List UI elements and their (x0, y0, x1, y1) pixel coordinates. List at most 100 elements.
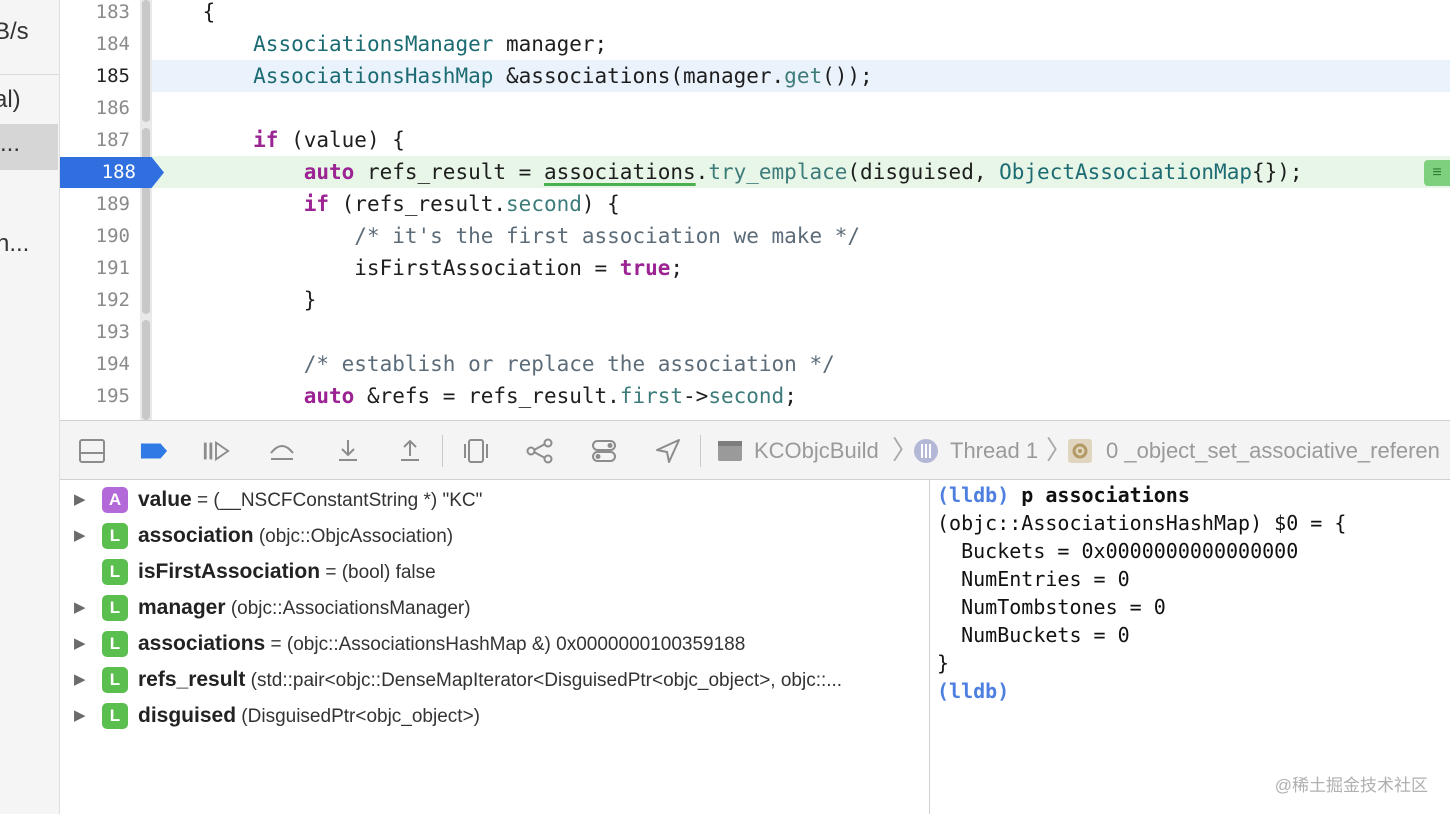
code-line[interactable] (152, 316, 1450, 348)
step-out-icon[interactable] (396, 437, 424, 465)
sidebar-item-label: n... (0, 230, 30, 257)
line-number[interactable]: 183 (60, 0, 130, 28)
variable-type-value: (std::pair<objc::DenseMapIterator<Disgui… (245, 670, 843, 691)
code-line[interactable]: { (152, 0, 1450, 28)
sidebar-item-thread[interactable]: n... (0, 230, 54, 262)
argument-badge-icon: A (102, 487, 128, 513)
line-number[interactable]: 192 (60, 284, 130, 316)
code-token: &associations(manager. (493, 64, 785, 88)
disclosure-triangle-icon[interactable]: ▶ (74, 599, 90, 617)
variable-name: associations (138, 632, 266, 655)
breakpoint-marker[interactable]: 188 (60, 157, 164, 188)
disclosure-triangle-icon[interactable]: ▶ (74, 527, 90, 545)
code-line[interactable]: auto &refs = refs_result.first->second; (152, 380, 1450, 412)
hide-debug-area-icon[interactable] (78, 437, 106, 465)
line-number[interactable]: 191 (60, 252, 130, 284)
gutter-scroll-thumb[interactable] (142, 0, 150, 122)
code-token: AssociationsHashMap (253, 64, 494, 88)
code-line[interactable]: auto refs_result = associations.try_empl… (152, 156, 1450, 188)
code-token: second (708, 384, 785, 408)
simulate-location-icon[interactable] (654, 437, 682, 465)
console-text: p associations (1009, 483, 1190, 507)
code-token: ) { (581, 192, 620, 216)
line-number[interactable]: 195 (60, 380, 130, 412)
console-text: NumBuckets = 0 (937, 623, 1130, 647)
sidebar-item-speed[interactable]: B/s (0, 18, 52, 50)
code-token: { (152, 0, 216, 24)
lldb-console[interactable]: @稀土掘金技术社区 (lldb) p associations (objc::As… (931, 480, 1450, 814)
line-number[interactable]: 184 (60, 28, 130, 60)
console-line: NumEntries = 0 (937, 565, 1130, 593)
code-token: (value) { (278, 128, 405, 152)
line-number[interactable]: 185 (60, 60, 130, 92)
variable-row[interactable]: ▶ Ldisguised (DisguisedPtr<objc_object>) (60, 698, 929, 734)
sidebar-divider (0, 74, 59, 75)
code-line[interactable]: /* establish or replace the association … (152, 348, 1450, 380)
code-line[interactable]: /* it's the first association we make */ (152, 220, 1450, 252)
step-over-icon[interactable] (268, 437, 296, 465)
code-line[interactable]: isFirstAssociation = true; (152, 252, 1450, 284)
breadcrumb-frame[interactable]: 0 _object_set_associative_referen (1106, 421, 1440, 479)
source-editor[interactable]: 183 184 185 186 187 189 190 191 192 193 194 195 { A… (60, 0, 1450, 420)
code-line[interactable]: if (refs_result.second) { (152, 188, 1450, 220)
local-badge-icon: L (102, 667, 128, 693)
sidebar-item-selected[interactable]: ... (0, 124, 58, 170)
console-text: (objc::AssociationsHashMap) $0 = { (937, 511, 1347, 535)
instruction-pointer-tag[interactable]: ≡ (1424, 160, 1450, 186)
line-number[interactable]: 189 (60, 188, 130, 220)
variable-row[interactable]: ▶ Avalue = (__NSCFConstantString *) "KC" (60, 482, 929, 518)
local-badge-icon: L (102, 595, 128, 621)
code-line[interactable]: if (value) { (152, 124, 1450, 156)
local-badge-icon: L (102, 559, 128, 585)
variable-row[interactable]: ▶ Lmanager (objc::AssociationsManager) (60, 590, 929, 626)
code-token: (refs_result. (329, 192, 507, 216)
code-line[interactable]: AssociationsHashMap &associations(manage… (152, 60, 1450, 92)
variable-row[interactable]: ▶ Lassociation (objc::ObjcAssociation) (60, 518, 929, 554)
code-token: ()); (822, 64, 873, 88)
sidebar-item-process[interactable]: al) (0, 86, 52, 118)
console-text: Buckets = 0x0000000000000000 (937, 539, 1299, 563)
console-line: } (937, 649, 949, 677)
code-line[interactable]: AssociationsManager manager; (152, 28, 1450, 60)
view-hierarchy-icon[interactable] (462, 437, 490, 465)
environment-overrides-icon[interactable] (590, 437, 618, 465)
console-line: NumTombstones = 0 (937, 593, 1166, 621)
variable-name: refs_result (138, 668, 246, 691)
variable-text: value = (__NSCFConstantString *) "KC" (138, 488, 482, 512)
lldb-prompt: (lldb) (937, 483, 1010, 507)
continue-icon[interactable] (202, 437, 230, 465)
variable-row[interactable]: ▶ Lrefs_result (std::pair<objc::DenseMapI… (60, 662, 929, 698)
disclosure-triangle-icon[interactable]: ▶ (74, 671, 90, 689)
breadcrumb-thread[interactable]: Thread 1 (950, 421, 1038, 479)
target-app-icon (716, 437, 744, 465)
toolbar-separator (442, 435, 443, 467)
line-number[interactable]: 187 (60, 124, 130, 156)
line-number[interactable]: 194 (60, 348, 130, 380)
disclosure-triangle-icon[interactable]: ▶ (74, 635, 90, 653)
code-line[interactable] (152, 92, 1450, 124)
line-number[interactable]: 190 (60, 220, 130, 252)
breakpoints-toggle-icon[interactable] (140, 437, 168, 465)
gutter-scroll-thumb[interactable] (142, 128, 150, 314)
variable-row[interactable]: ▶ Lassociations = (objc::AssociationsHash… (60, 626, 929, 662)
disclosure-triangle-icon[interactable]: ▶ (74, 491, 90, 509)
code-token: true (619, 256, 671, 280)
step-into-icon[interactable] (334, 437, 362, 465)
code-line[interactable]: } (152, 284, 1450, 316)
line-number[interactable]: 186 (60, 92, 130, 124)
gutter-scroll-thumb[interactable] (142, 320, 150, 420)
disclosure-triangle-icon[interactable]: ▶ (74, 707, 90, 725)
sidebar-item-label: al) (0, 86, 21, 113)
code-token: AssociationsManager (253, 32, 494, 56)
debug-toolbar: KCObjcBuild 〉 Thread 1 〉 0 _object_set_a… (60, 420, 1450, 480)
variable-row[interactable]: LisFirstAssociation = (bool) false (60, 554, 929, 590)
variable-text: associations = (objc::AssociationsHashMa… (138, 632, 745, 656)
variable-text: isFirstAssociation = (bool) false (138, 560, 436, 584)
console-line: Buckets = 0x0000000000000000 (937, 537, 1298, 565)
line-number[interactable]: 193 (60, 316, 130, 348)
memory-graph-icon[interactable] (526, 437, 554, 465)
breadcrumb-target[interactable]: KCObjcBuild (754, 421, 879, 479)
